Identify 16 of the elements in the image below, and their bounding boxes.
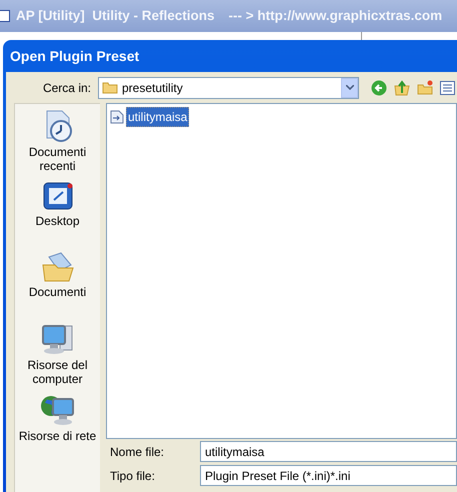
places-item[interactable]: Risorse del computer xyxy=(15,322,100,393)
dialog-title: Open Plugin Preset xyxy=(10,46,140,66)
file-type-dropdown[interactable]: Plugin Preset File (*.ini)*.ini xyxy=(200,465,457,486)
look-in-label: Cerca in: xyxy=(42,80,92,96)
places-item[interactable]: Risorse di rete xyxy=(15,393,100,464)
look-in-dropdown[interactable]: presetutility xyxy=(98,76,359,98)
places-item[interactable]: Documenti xyxy=(15,251,100,322)
places-item[interactable]: Documenti recenti xyxy=(15,109,100,180)
file-name-field[interactable]: utilitymaisa xyxy=(200,441,457,462)
file-name-label: Nome file: xyxy=(109,444,166,460)
places-item[interactable]: Desktop xyxy=(15,180,100,251)
look-in-value: presetutility xyxy=(122,80,184,96)
file-item[interactable]: utilitymaisa xyxy=(110,107,453,127)
app-url-text: --- > http://www.graphicxtras.com xyxy=(228,6,442,25)
file-type-label: Tipo file: xyxy=(109,468,156,484)
app-title: AP [Utility] Utility - Reflections xyxy=(16,6,215,25)
